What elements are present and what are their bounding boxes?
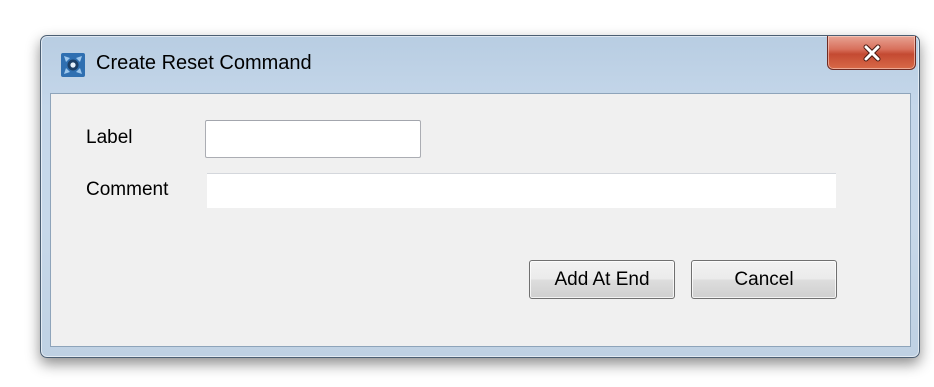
cancel-button[interactable]: Cancel xyxy=(691,260,837,299)
close-icon xyxy=(863,44,880,61)
window-title: Create Reset Command xyxy=(96,52,312,74)
close-button[interactable] xyxy=(827,36,916,70)
title-bar[interactable]: Create Reset Command xyxy=(41,36,919,93)
create-reset-command-dialog: Create Reset Command Label Comment Add A… xyxy=(40,35,920,358)
dialog-content: Label Comment Add At End Cancel xyxy=(50,93,911,347)
add-at-end-button[interactable]: Add At End xyxy=(529,260,675,299)
comment-input[interactable] xyxy=(207,173,836,208)
label-input[interactable] xyxy=(205,120,421,158)
comment-field-label: Comment xyxy=(86,179,169,200)
app-logo-icon xyxy=(61,53,85,77)
label-field-label: Label xyxy=(86,127,133,148)
